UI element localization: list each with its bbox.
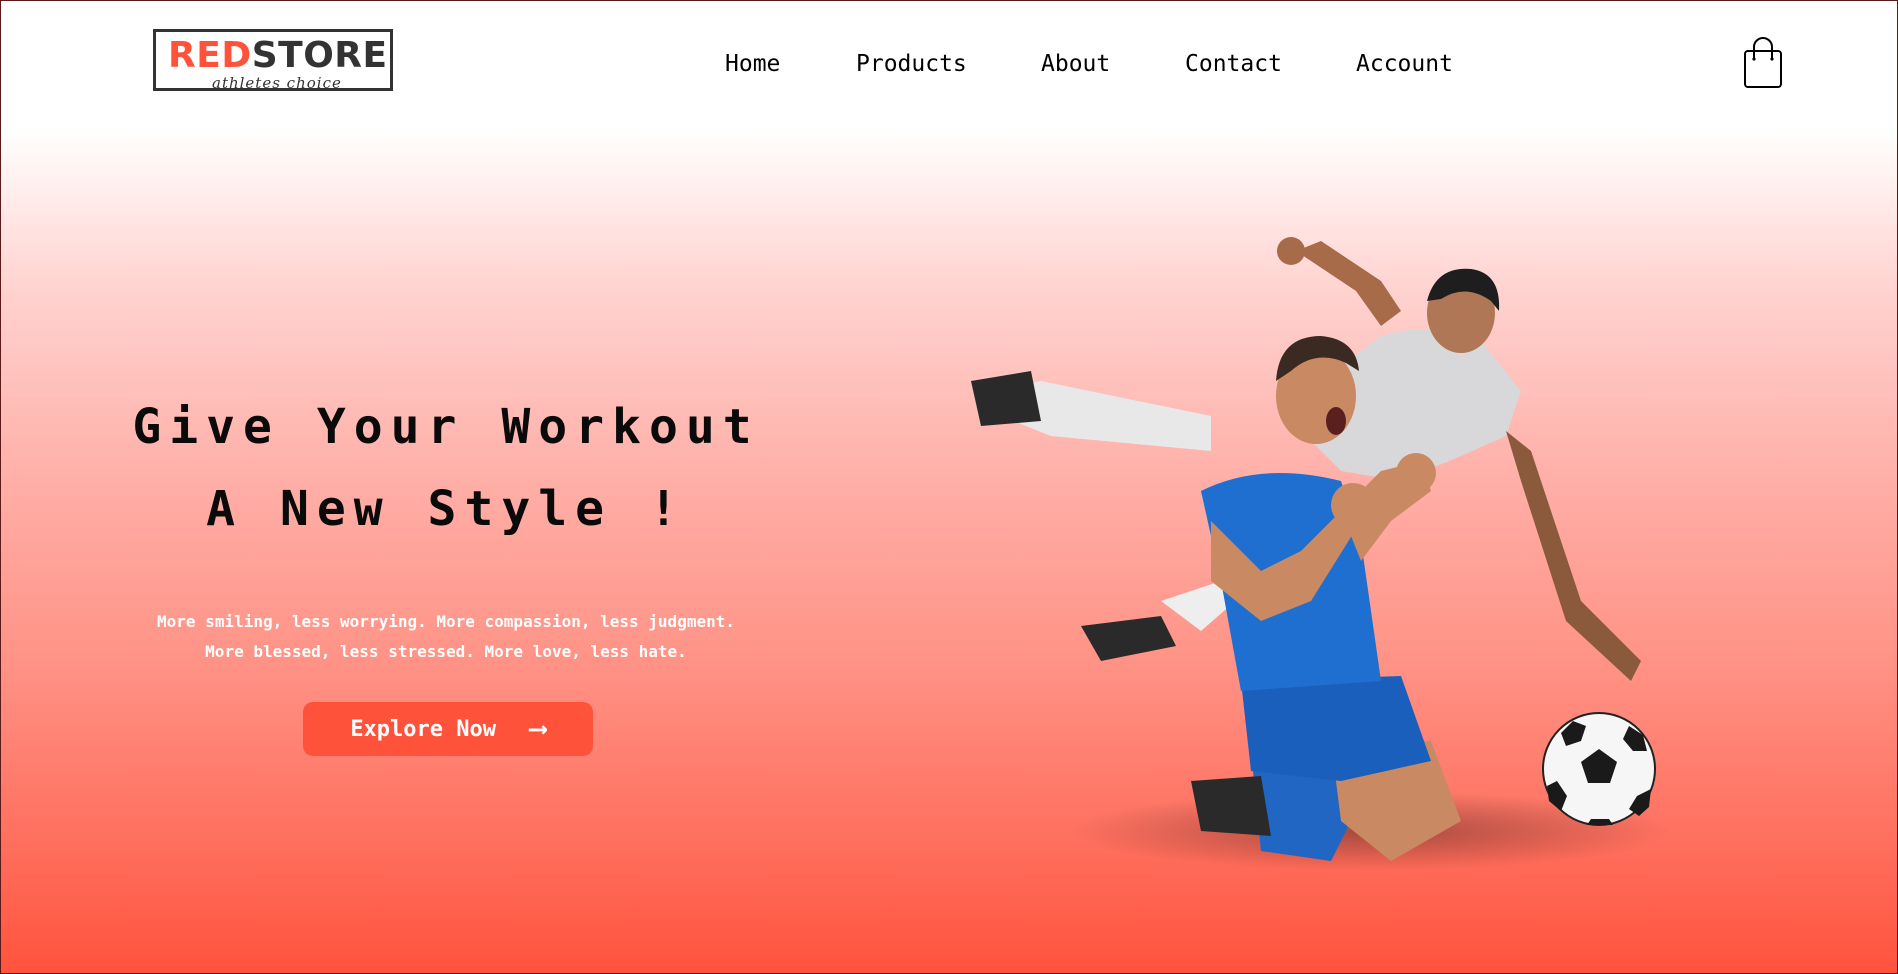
nav-products[interactable]: Products xyxy=(856,51,967,77)
logo-wordmark: REDSTORE xyxy=(168,35,388,76)
nav-account[interactable]: Account xyxy=(1356,51,1453,77)
hero-title-line2: A New Style ! xyxy=(206,481,686,537)
landing-page: REDSTORE athletes choice Home Products A… xyxy=(0,0,1898,974)
hero-image-football-players xyxy=(961,221,1761,881)
nav-home[interactable]: Home xyxy=(725,51,780,77)
hero-title: Give Your Workout A New Style ! xyxy=(101,386,791,550)
football-ball xyxy=(1542,712,1656,826)
nav-about[interactable]: About xyxy=(1041,51,1110,77)
hero-subtitle-line1: More smiling, less worrying. More compas… xyxy=(157,612,735,631)
hero-subtitle: More smiling, less worrying. More compas… xyxy=(101,607,791,667)
nav-contact[interactable]: Contact xyxy=(1185,51,1282,77)
hero-subtitle-line2: More blessed, less stressed. More love, … xyxy=(205,642,687,661)
explore-now-label: Explore Now xyxy=(350,716,497,742)
logo-tagline: athletes choice xyxy=(212,74,342,92)
hero-title-line1: Give Your Workout xyxy=(132,399,760,455)
shopping-bag-icon[interactable] xyxy=(1743,37,1783,89)
arrow-right-icon: ⟶ xyxy=(530,714,546,744)
explore-now-button[interactable]: Explore Now ⟶ xyxy=(303,702,593,756)
redstore-logo[interactable]: REDSTORE athletes choice xyxy=(153,29,393,91)
